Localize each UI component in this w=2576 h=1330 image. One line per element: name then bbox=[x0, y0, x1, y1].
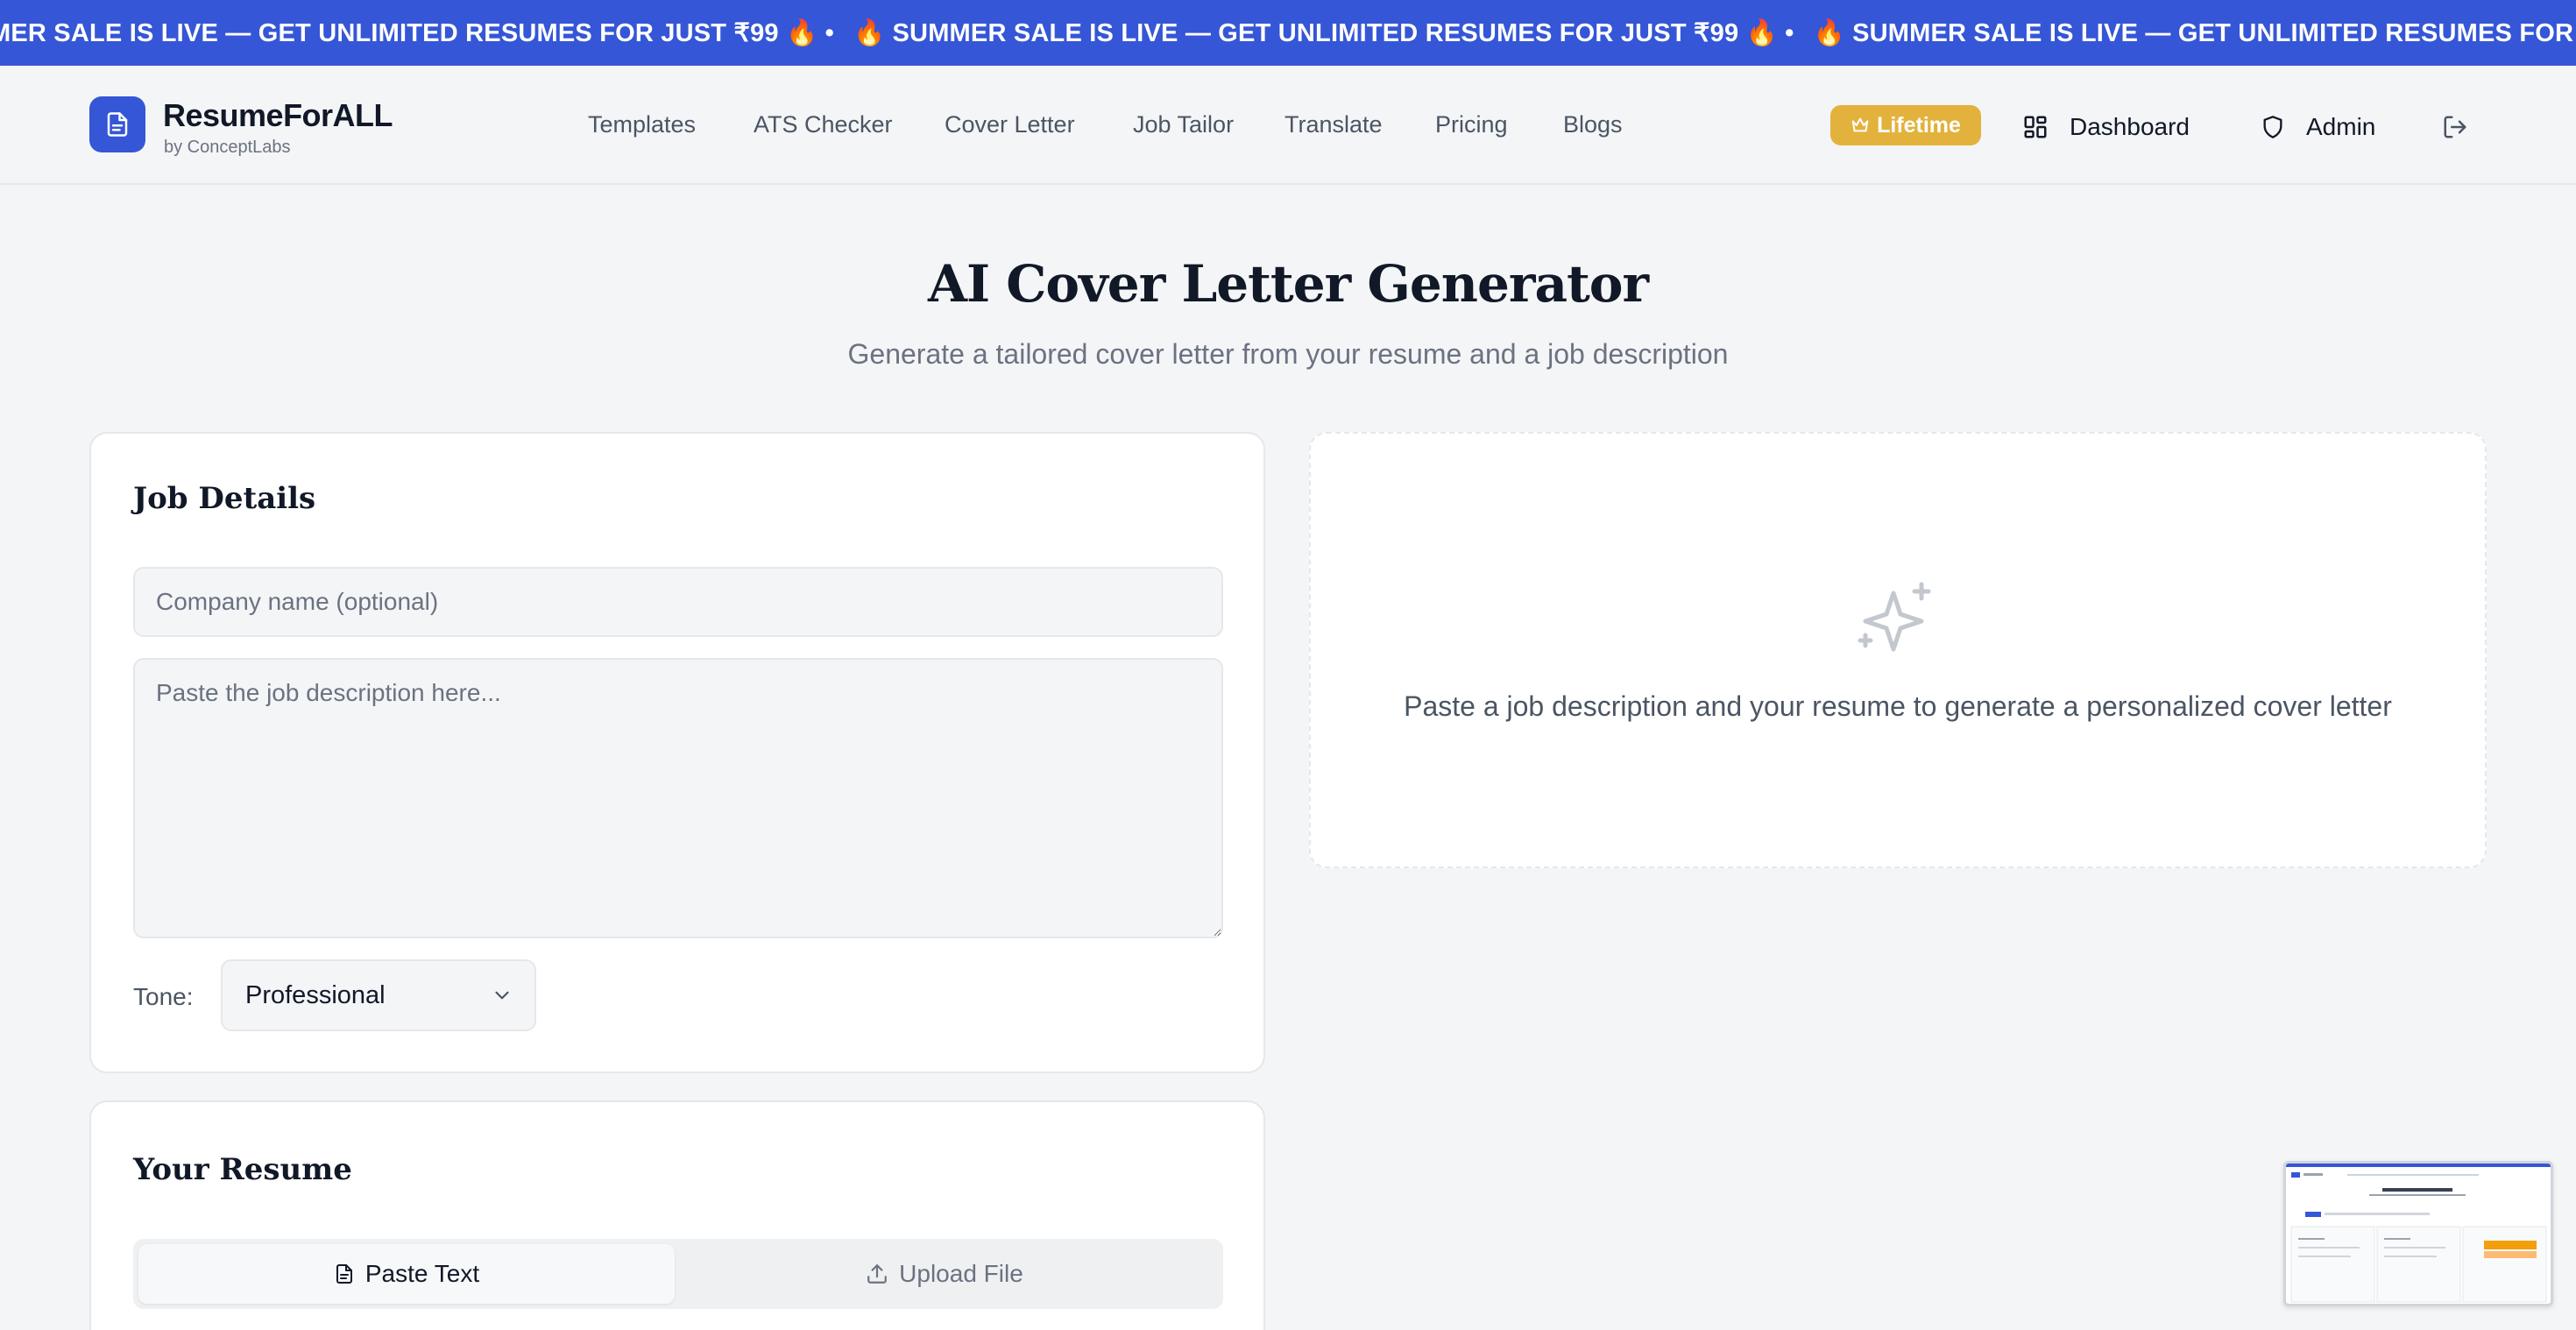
brand-name[interactable]: ResumeForALL bbox=[163, 97, 393, 134]
job-description-input[interactable] bbox=[133, 658, 1223, 938]
announcement-marquee: MER SALE IS LIVE — GET UNLIMITED RESUMES… bbox=[0, 0, 2576, 66]
document-icon bbox=[336, 1264, 352, 1284]
sparkles-icon bbox=[1858, 582, 1931, 652]
announcement-text: MER SALE IS LIVE — GET UNLIMITED RESUMES… bbox=[0, 19, 834, 47]
nav-job-tailor[interactable]: Job Tailor bbox=[1133, 111, 1234, 138]
nav-ats-checker[interactable]: ATS Checker bbox=[754, 111, 893, 138]
logout-icon bbox=[2444, 116, 2466, 138]
chevron-down-icon bbox=[495, 991, 509, 1000]
output-placeholder-text: Paste a job description and your resume … bbox=[1404, 690, 2392, 722]
announcement-text: 🔥 SUMMER SALE IS LIVE — GET UNLIMITED RE… bbox=[853, 19, 1794, 47]
document-icon bbox=[107, 112, 128, 137]
lifetime-badge[interactable]: Lifetime bbox=[1830, 105, 1981, 145]
resume-card: Your Resume Paste Text Upload File bbox=[89, 1100, 1265, 1330]
thumbnail-preview-image bbox=[2286, 1164, 2551, 1303]
announcement-text: 🔥 SUMMER SALE IS LIVE — GET UNLIMITED RE… bbox=[1813, 19, 2576, 47]
tab-paste-text-label: Paste Text bbox=[364, 1260, 480, 1287]
page-title: AI Cover Letter Generator bbox=[927, 254, 1649, 314]
resume-input-mode-tabs: Paste Text Upload File bbox=[133, 1239, 1223, 1309]
tab-upload-file[interactable]: Upload File bbox=[676, 1244, 1213, 1304]
tone-value: Professional bbox=[245, 980, 386, 1009]
job-details-title: Job Details bbox=[133, 481, 316, 516]
cover-letter-output-placeholder: Paste a job description and your resume … bbox=[1309, 432, 2487, 868]
job-details-card: Job Details Tone: Professional bbox=[89, 432, 1265, 1073]
site-header: ResumeForALL by ConceptLabs Templates AT… bbox=[0, 66, 2576, 185]
nav-blogs[interactable]: Blogs bbox=[1563, 111, 1623, 138]
grid-icon bbox=[2024, 116, 2047, 138]
logout-button[interactable] bbox=[2438, 110, 2473, 145]
nav-pricing[interactable]: Pricing bbox=[1435, 111, 1508, 138]
crown-icon bbox=[1851, 117, 1869, 132]
resume-title: Your Resume bbox=[133, 1152, 352, 1187]
brand-byline: by ConceptLabs bbox=[164, 138, 291, 157]
nav-cover-letter[interactable]: Cover Letter bbox=[945, 111, 1075, 138]
tone-select[interactable]: Professional bbox=[221, 959, 536, 1031]
screenshot-thumbnail[interactable] bbox=[2283, 1161, 2553, 1306]
tab-paste-text[interactable]: Paste Text bbox=[138, 1244, 675, 1304]
nav-templates[interactable]: Templates bbox=[588, 111, 696, 138]
announcement-bar: MER SALE IS LIVE — GET UNLIMITED RESUMES… bbox=[0, 0, 2576, 66]
nav-translate[interactable]: Translate bbox=[1284, 111, 1383, 138]
tone-label: Tone: bbox=[133, 983, 194, 1010]
company-name-input[interactable] bbox=[133, 567, 1223, 637]
tab-upload-file-label: Upload File bbox=[899, 1260, 1023, 1287]
shield-icon bbox=[2263, 116, 2282, 138]
brand-logo[interactable] bbox=[89, 96, 145, 152]
admin-link[interactable]: Admin bbox=[2261, 105, 2375, 149]
dashboard-label: Dashboard bbox=[2070, 113, 2190, 140]
upload-icon bbox=[867, 1264, 888, 1284]
dashboard-link[interactable]: Dashboard bbox=[2022, 105, 2190, 149]
page-subtitle: Generate a tailored cover letter from yo… bbox=[847, 338, 1729, 370]
admin-label: Admin bbox=[2306, 113, 2376, 140]
lifetime-label: Lifetime bbox=[1877, 112, 1961, 138]
